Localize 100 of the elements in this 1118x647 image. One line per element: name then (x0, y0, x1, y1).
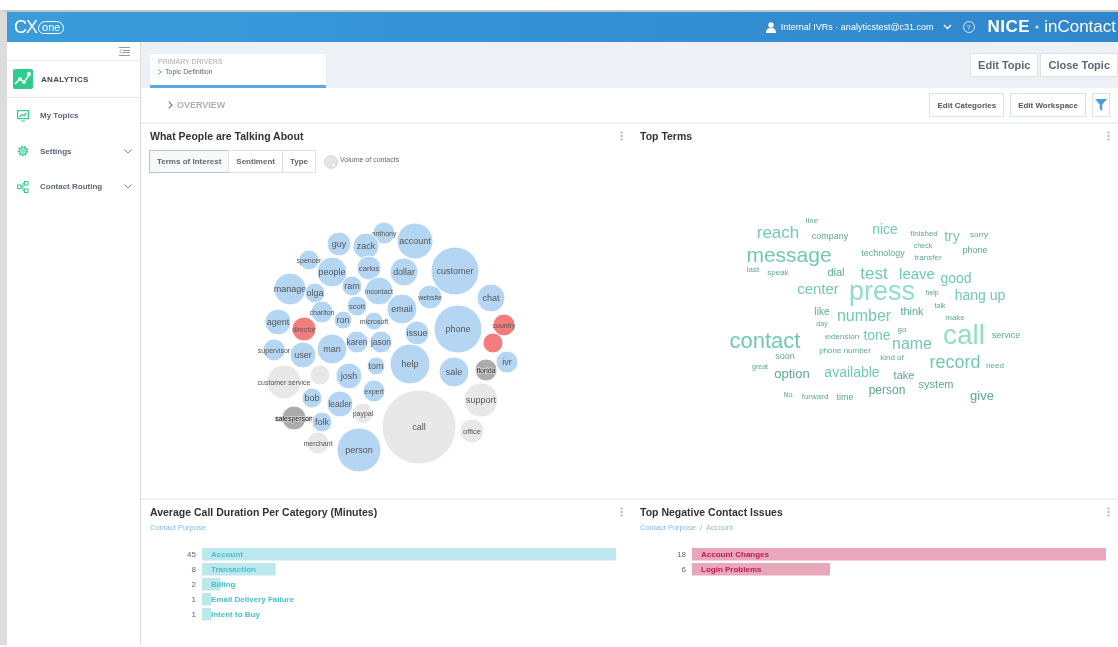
cloud-term[interactable]: make (945, 312, 965, 322)
cloud-term[interactable]: technology (861, 248, 905, 258)
cloud-term[interactable]: tone (863, 327, 891, 343)
bubble[interactable] (326, 390, 354, 418)
more-options-icon[interactable] (620, 131, 623, 141)
bubble[interactable] (341, 275, 363, 297)
cloud-term[interactable]: service (991, 330, 1021, 340)
cloud-term[interactable]: soon (775, 351, 795, 361)
bubble[interactable] (298, 249, 320, 271)
bubble[interactable] (474, 358, 498, 382)
bubble-label: support (466, 395, 496, 405)
cloud-term[interactable]: company (811, 231, 849, 241)
more-options-icon[interactable] (1107, 131, 1110, 141)
bubble[interactable] (463, 382, 499, 418)
cloud-term[interactable]: take (893, 369, 915, 381)
cloud-term[interactable]: option (774, 365, 810, 381)
topic-button[interactable]: Close Topic (1040, 53, 1118, 77)
chevron-down-icon[interactable] (942, 24, 952, 30)
cloud-term[interactable]: good (940, 270, 972, 286)
bubble[interactable] (369, 330, 393, 354)
cloud-term[interactable]: line (805, 215, 819, 225)
bubble[interactable] (345, 330, 369, 354)
bar[interactable] (692, 563, 830, 576)
nav-item[interactable]: Settings (7, 133, 140, 169)
bubble[interactable] (311, 411, 333, 433)
bubble[interactable] (438, 356, 470, 388)
cloud-term[interactable]: transfer (914, 252, 942, 262)
cloud-term[interactable]: name (892, 334, 932, 352)
filter-button[interactable] (1092, 93, 1110, 117)
view-tab[interactable]: Terms of Interest (149, 150, 230, 173)
cloud-term[interactable]: reach (756, 222, 800, 242)
cloud-term[interactable]: kind of (880, 352, 904, 362)
bubble[interactable] (417, 284, 443, 310)
cloud-term[interactable]: contact (730, 327, 801, 353)
bubble[interactable] (273, 272, 307, 306)
cloud-term[interactable]: phone (962, 245, 988, 255)
cloud-term[interactable]: phone number (819, 345, 871, 355)
view-tab[interactable]: Sentiment (228, 150, 283, 173)
bubble[interactable] (310, 300, 334, 324)
overview-toggle[interactable]: OVERVIEW (168, 100, 226, 110)
more-options-icon[interactable] (620, 507, 623, 517)
bubble[interactable] (346, 295, 368, 317)
bubble[interactable] (352, 402, 374, 424)
cloud-term[interactable]: think (900, 305, 924, 317)
cloud-term[interactable]: available (824, 364, 880, 380)
cloud-term[interactable]: hang up (954, 287, 1006, 303)
cloud-term[interactable]: time (836, 392, 854, 402)
cloud-term[interactable]: record (929, 352, 981, 372)
nav-item[interactable]: Contact Routing (7, 169, 140, 205)
bar[interactable] (692, 548, 1106, 561)
more-options-icon[interactable] (1107, 507, 1110, 517)
cloud-term[interactable]: try (944, 228, 960, 244)
cloud-term[interactable]: speak (767, 267, 789, 277)
bubble[interactable] (333, 310, 353, 330)
bubble[interactable] (291, 316, 317, 342)
cloud-term[interactable]: finished (910, 228, 938, 238)
workspace-button[interactable]: Edit Workspace (1010, 93, 1086, 117)
bubble[interactable] (430, 246, 480, 296)
bubble[interactable] (495, 350, 519, 374)
cloud-term[interactable]: forward (801, 391, 829, 401)
cloud-term[interactable]: person (868, 383, 906, 397)
bubble[interactable] (316, 333, 348, 365)
bubble[interactable] (482, 332, 504, 354)
cloud-term[interactable]: last (746, 264, 760, 274)
cloud-term[interactable]: sorry (970, 229, 988, 239)
bubble[interactable] (476, 283, 506, 313)
nav-item[interactable]: My Topics (7, 98, 140, 134)
bubble[interactable] (404, 320, 430, 346)
bubble[interactable] (335, 362, 363, 390)
cloud-term[interactable]: extension (824, 331, 860, 341)
view-tab[interactable]: Type (282, 150, 317, 173)
cloud-term[interactable]: need (986, 360, 1004, 370)
cloud-term[interactable]: test (860, 263, 888, 283)
topic-button[interactable]: Edit Topic (970, 53, 1039, 77)
bubble[interactable] (389, 257, 419, 287)
cloud-term[interactable]: like (814, 305, 830, 317)
cloud-term[interactable]: number (836, 306, 892, 324)
bubble[interactable] (396, 222, 434, 260)
cloud-term[interactable]: message (746, 242, 832, 266)
bubble[interactable] (366, 356, 386, 376)
cloud-term[interactable]: dial (827, 266, 845, 278)
cloud-term[interactable]: system (918, 378, 954, 390)
bubble[interactable] (389, 343, 431, 385)
cloud-term[interactable]: center (797, 279, 839, 297)
cloud-term[interactable]: nice (872, 221, 898, 237)
bubble[interactable] (362, 379, 386, 403)
logo[interactable]: CX one (14, 16, 65, 38)
workspace-button[interactable]: Edit Categories (929, 93, 1005, 117)
bubble[interactable] (433, 304, 483, 354)
bubble[interactable] (289, 341, 317, 369)
user-account[interactable]: Internal IVRs · analyticstest@c31.com (780, 22, 934, 32)
bubble[interactable] (386, 293, 418, 325)
bubble[interactable] (301, 387, 323, 409)
bubble[interactable] (264, 308, 292, 336)
cloud-term[interactable]: go (897, 324, 907, 334)
bubble[interactable] (326, 231, 352, 257)
bubble[interactable] (336, 427, 382, 473)
collapse-menu-icon[interactable] (119, 46, 130, 56)
cloud-term[interactable]: leave (899, 264, 935, 282)
cloud-term[interactable]: give (970, 387, 994, 403)
